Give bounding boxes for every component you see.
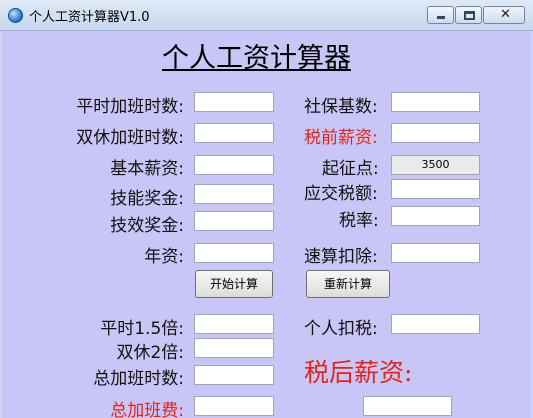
seniority-label: 年资: bbox=[144, 247, 184, 267]
social-security-base-label: 社保基数: bbox=[304, 97, 378, 117]
minimize-icon bbox=[437, 16, 445, 19]
performance-bonus-input[interactable] bbox=[194, 211, 274, 231]
pretax-salary-label: 税前薪资: bbox=[304, 128, 378, 148]
overtime-hours-input[interactable] bbox=[194, 92, 274, 112]
overtime-hours-label: 平时加班时数: bbox=[76, 97, 184, 117]
close-button[interactable]: ✕ bbox=[483, 6, 525, 24]
base-salary-label: 基本薪资: bbox=[110, 159, 184, 179]
skill-bonus-label: 技能奖金: bbox=[110, 189, 184, 209]
tax-payable-input[interactable] bbox=[391, 179, 480, 199]
base-salary-input[interactable] bbox=[194, 155, 274, 175]
personal-tax-label: 个人扣税: bbox=[304, 319, 378, 339]
skill-bonus-input[interactable] bbox=[194, 184, 274, 204]
total-overtime-hours-output[interactable] bbox=[194, 365, 274, 385]
pretax-salary-input[interactable] bbox=[391, 123, 480, 143]
weekend-2x-output[interactable] bbox=[194, 338, 274, 358]
maximize-icon bbox=[464, 11, 475, 20]
total-overtime-hours-label: 总加班时数: bbox=[93, 369, 184, 389]
app-window: 个人工资计算器V1.0 ✕ 个人工资计算器 平时加班时数: 双休加班时数: 基本… bbox=[0, 0, 533, 418]
overtime-1-5x-output[interactable] bbox=[194, 314, 274, 334]
title-bar[interactable]: 个人工资计算器V1.0 ✕ bbox=[0, 0, 533, 31]
tax-threshold-field: 3500 bbox=[391, 155, 480, 175]
performance-bonus-label: 技效奖金: bbox=[110, 216, 184, 236]
window-title: 个人工资计算器V1.0 bbox=[29, 10, 150, 25]
recalculate-button[interactable]: 重新计算 bbox=[306, 270, 390, 298]
tax-payable-label: 应交税额: bbox=[304, 184, 378, 204]
overtime-1-5x-label: 平时1.5倍: bbox=[100, 319, 184, 339]
net-salary-output[interactable] bbox=[363, 396, 452, 416]
minimize-button[interactable] bbox=[427, 6, 454, 24]
personal-tax-output[interactable] bbox=[391, 314, 480, 334]
social-security-base-input[interactable] bbox=[391, 92, 480, 112]
calculate-button[interactable]: 开始计算 bbox=[195, 270, 273, 298]
net-salary-label: 税后薪资: bbox=[304, 358, 413, 387]
page-title: 个人工资计算器 bbox=[162, 43, 351, 74]
tax-rate-label: 税率: bbox=[339, 211, 379, 231]
close-icon: ✕ bbox=[500, 7, 511, 22]
app-icon bbox=[8, 8, 23, 23]
form-area: 个人工资计算器 平时加班时数: 双休加班时数: 基本薪资: 技能奖金: 技效奖金… bbox=[2, 31, 531, 418]
quick-deduction-label: 速算扣除: bbox=[304, 247, 378, 267]
weekend-hours-label: 双休加班时数: bbox=[76, 128, 184, 148]
weekend-2x-label: 双休2倍: bbox=[116, 343, 184, 363]
tax-threshold-label: 起征点: bbox=[322, 159, 379, 179]
total-overtime-pay-output[interactable] bbox=[194, 396, 274, 416]
quick-deduction-input[interactable] bbox=[391, 243, 480, 263]
tax-rate-input[interactable] bbox=[391, 206, 480, 226]
maximize-button[interactable] bbox=[455, 6, 482, 24]
total-overtime-pay-label: 总加班费: bbox=[110, 401, 184, 418]
weekend-hours-input[interactable] bbox=[194, 123, 274, 143]
seniority-input[interactable] bbox=[194, 243, 274, 263]
